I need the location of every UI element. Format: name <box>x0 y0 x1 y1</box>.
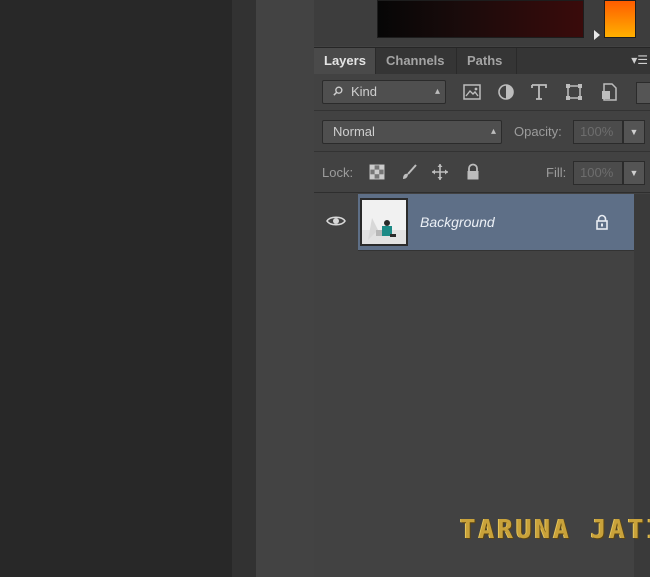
layers-panel: Layers Channels Paths ▾☰ Kind ▴ Normal ▴… <box>314 0 650 577</box>
hue-slider-marker[interactable] <box>594 30 600 40</box>
shape-filter-icon[interactable] <box>564 82 584 102</box>
filter-kind-select[interactable]: Kind ▴ <box>322 80 446 104</box>
layer-lock-icon <box>596 214 608 230</box>
layer-name[interactable]: Background <box>420 214 495 230</box>
layer-row-background[interactable]: Background <box>358 194 634 251</box>
filter-kind-label: Kind <box>351 84 378 99</box>
lock-label: Lock: <box>322 165 354 180</box>
panel-gutter <box>232 0 256 577</box>
color-picker-section <box>314 0 650 46</box>
tab-channels[interactable]: Channels <box>376 48 455 74</box>
opacity-dropdown-icon[interactable]: ▼ <box>623 120 645 144</box>
watermark-text: TARUNA JATI <box>460 515 650 545</box>
blend-mode-value: Normal <box>333 124 375 139</box>
layer-thumbnail <box>360 198 408 246</box>
type-filter-icon[interactable] <box>529 82 549 102</box>
pixel-layer-filter-icon[interactable] <box>462 82 482 102</box>
opacity-input[interactable]: 100% <box>573 120 623 144</box>
layer-filter-row: Kind ▴ <box>314 74 650 111</box>
fill-label: Fill: <box>546 165 567 180</box>
adjustment-filter-icon[interactable] <box>496 82 516 102</box>
fill-dropdown-icon[interactable]: ▼ <box>623 161 645 185</box>
visibility-column <box>314 194 358 250</box>
opacity-label: Opacity: <box>514 124 562 139</box>
filter-toggle-switch[interactable] <box>636 82 650 104</box>
panel-tab-bar: Layers Channels Paths ▾☰ <box>314 47 650 74</box>
panel-dock-column <box>256 0 315 577</box>
updown-arrows-icon: ▴ <box>490 126 496 137</box>
color-field[interactable] <box>377 0 584 38</box>
tab-layers[interactable]: Layers <box>314 48 376 74</box>
smart-object-filter-icon[interactable] <box>599 82 619 102</box>
lock-transparent-pixels-icon[interactable] <box>368 163 386 181</box>
search-icon <box>333 86 343 96</box>
eye-icon[interactable] <box>326 214 346 228</box>
lock-row: Lock: Fill: 100% ▼ <box>314 152 650 193</box>
blend-mode-select[interactable]: Normal ▴ <box>322 120 502 144</box>
lock-image-pixels-icon[interactable] <box>400 163 418 181</box>
hue-slider[interactable] <box>604 0 636 38</box>
fill-input[interactable]: 100% <box>573 161 623 185</box>
tab-divider <box>516 48 517 74</box>
lock-position-icon[interactable] <box>431 163 449 181</box>
document-canvas-area <box>0 0 232 577</box>
updown-arrows-icon: ▴ <box>434 86 440 97</box>
tab-paths[interactable]: Paths <box>457 48 512 74</box>
panel-menu-icon[interactable]: ▾☰ <box>631 53 648 67</box>
blend-row: Normal ▴ Opacity: 100% ▼ <box>314 111 650 152</box>
photo-thumbnail-icon <box>362 200 406 244</box>
lock-all-icon[interactable] <box>464 163 482 181</box>
